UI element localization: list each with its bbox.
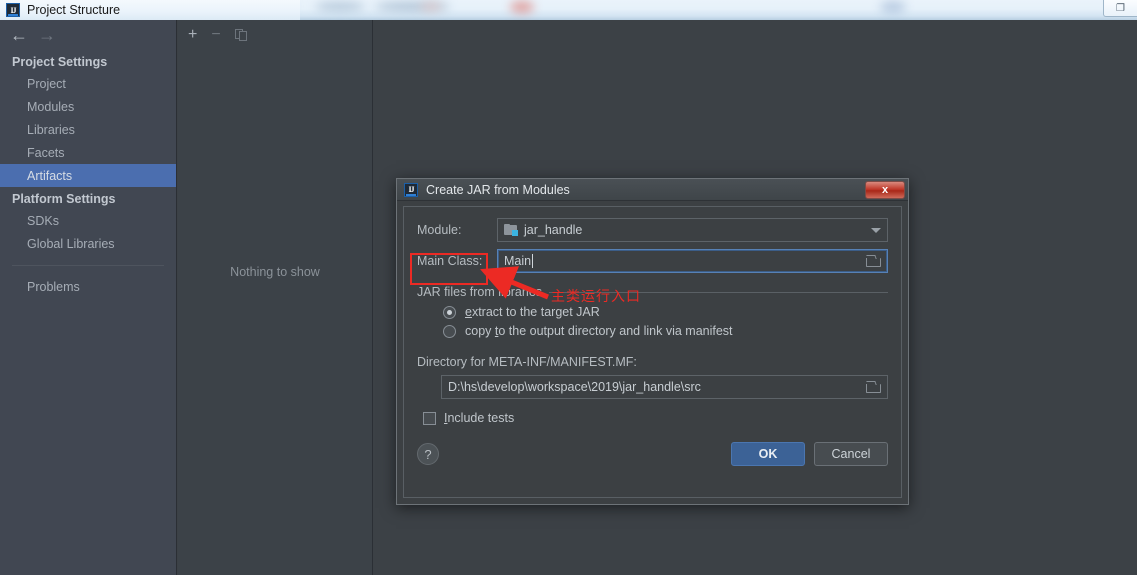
dialog-titlebar: IJ Create JAR from Modules x (397, 179, 908, 201)
sidebar-item-project[interactable]: Project (0, 72, 176, 95)
radio-copy-text-after: o the output directory and link via mani… (498, 324, 733, 338)
mnemonic-letter: e (465, 305, 472, 319)
add-artifact-icon[interactable]: + (188, 27, 197, 43)
module-row: Module: jar_handle (417, 218, 888, 242)
chevron-down-icon[interactable] (871, 227, 881, 233)
jar-libraries-group-header: JAR files from libraries (417, 285, 888, 299)
radio-extract-label: extract to the target JAR (465, 305, 600, 319)
forward-arrow-icon[interactable]: → (38, 26, 56, 44)
text-caret (532, 254, 534, 268)
group-separator-line (549, 291, 888, 293)
sidebar-item-global-libraries[interactable]: Global Libraries (0, 232, 176, 255)
module-label: Module: (417, 223, 462, 237)
intellij-logo-icon: IJ (6, 3, 20, 17)
sidebar-group-platform-settings: Platform Settings (12, 192, 116, 206)
window-restore-button[interactable]: ❐ (1103, 0, 1137, 17)
help-button[interactable]: ? (417, 443, 439, 465)
include-tests-checkbox[interactable] (423, 411, 436, 425)
ok-button[interactable]: OK (731, 442, 805, 466)
radio-extract-to-target-jar[interactable]: extract to the target JAR (443, 305, 888, 319)
settings-sidebar: ← → Project Settings Project Modules Lib… (0, 20, 177, 575)
window-titlebar: IJ Project Structure (0, 0, 300, 20)
module-combobox[interactable]: jar_handle (497, 218, 888, 242)
window-title: Project Structure (27, 3, 121, 17)
radio-copy-to-output-directory[interactable]: copy to the output directory and link vi… (443, 324, 888, 338)
sidebar-item-sdks[interactable]: SDKs (0, 209, 176, 232)
back-arrow-icon[interactable]: ← (10, 26, 28, 44)
jar-libraries-group-label: JAR files from libraries (417, 285, 543, 299)
radio-button-icon[interactable] (443, 305, 456, 319)
main-class-browse-folder-icon[interactable] (866, 255, 881, 267)
dialog-button-row: ? OK Cancel (417, 442, 888, 466)
main-class-row: Main Class: Main (417, 249, 888, 273)
sidebar-nav-toolbar: ← → (0, 20, 176, 50)
sidebar-item-problems[interactable]: Problems (0, 275, 176, 298)
main-class-label: Main Class: (417, 254, 483, 268)
main-class-value: Main (504, 254, 532, 268)
create-jar-dialog: IJ Create JAR from Modules x Module: jar… (396, 178, 909, 505)
radio-copy-label: copy to the output directory and link vi… (465, 324, 733, 338)
dialog-intellij-logo-icon: IJ (404, 182, 418, 197)
empty-state-text: Nothing to show (230, 265, 320, 279)
sidebar-group-project-settings: Project Settings (12, 55, 108, 69)
radio-copy-text-before: copy (465, 324, 495, 338)
manifest-directory-browse-folder-icon[interactable] (866, 381, 881, 393)
sidebar-item-modules[interactable]: Modules (0, 95, 176, 118)
module-value: jar_handle (524, 223, 583, 237)
manifest-directory-input[interactable]: D:\hs\develop\workspace\2019\jar_handle\… (441, 375, 888, 399)
artifacts-toolbar: + − (178, 20, 372, 50)
sidebar-item-artifacts[interactable]: Artifacts (0, 164, 176, 187)
sidebar-item-libraries[interactable]: Libraries (0, 118, 176, 141)
sidebar-divider (12, 265, 164, 266)
artifacts-list-panel: + − Nothing to show (178, 20, 373, 575)
manifest-directory-label: Directory for META-INF/MANIFEST.MF: (417, 355, 637, 369)
include-tests-text: nclude tests (447, 411, 515, 425)
include-tests-label: Include tests (444, 411, 514, 425)
remove-artifact-icon[interactable]: − (211, 27, 220, 43)
copy-artifact-icon[interactable] (234, 28, 248, 42)
module-icon (504, 224, 518, 236)
radio-button-icon[interactable] (443, 324, 456, 338)
sidebar-item-facets[interactable]: Facets (0, 141, 176, 164)
dialog-close-button[interactable]: x (865, 181, 905, 199)
dialog-title: Create JAR from Modules (426, 182, 570, 197)
include-tests-row[interactable]: Include tests (423, 411, 888, 425)
cancel-button[interactable]: Cancel (814, 442, 888, 466)
manifest-directory-value: D:\hs\develop\workspace\2019\jar_handle\… (448, 380, 701, 394)
dialog-content: Module: jar_handle Main Class: Main JAR … (403, 206, 902, 498)
radio-extract-text: xtract to the target JAR (471, 305, 600, 319)
main-class-input[interactable]: Main (497, 249, 888, 273)
